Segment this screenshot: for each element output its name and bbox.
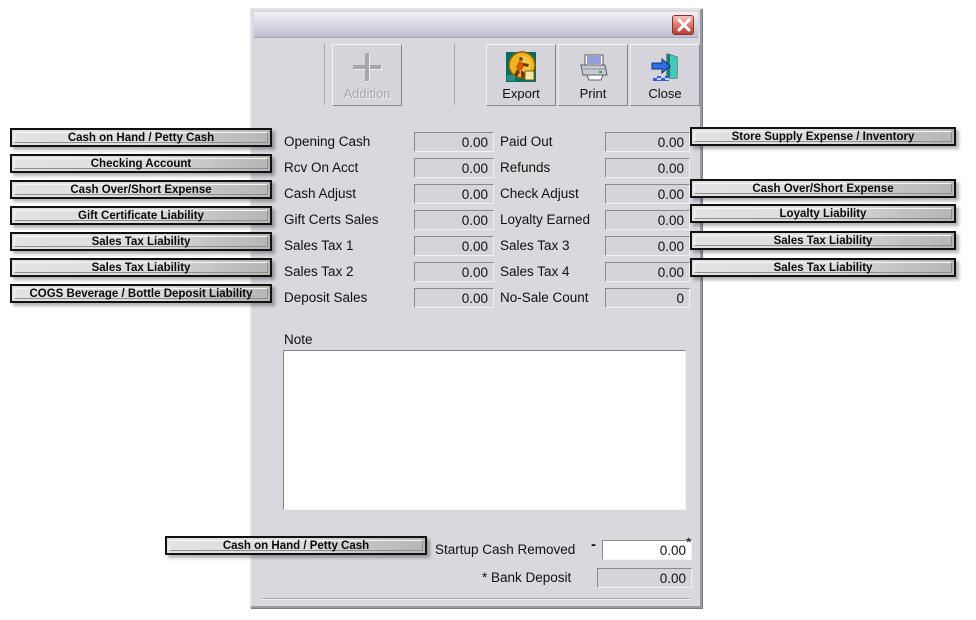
- tag-label: Cash on Hand / Petty Cash: [222, 539, 370, 552]
- form-row-sales-tax-1: Sales Tax 1 0.00: [284, 236, 494, 258]
- window-close-button[interactable]: [672, 15, 694, 35]
- tag-label: Cash on Hand / Petty Cash: [67, 131, 215, 144]
- tag-button-sales-tax-liability-2[interactable]: Sales Tax Liability: [10, 258, 272, 277]
- toolbar-separator-left: [324, 43, 325, 105]
- form-row-cash-adjust: Cash Adjust 0.00: [284, 184, 494, 206]
- note-label: Note: [284, 332, 313, 347]
- form-row-gift-certs-sales: Gift Certs Sales 0.00: [284, 210, 494, 232]
- field-paid-out[interactable]: 0.00: [605, 132, 690, 152]
- label-refunds: Refunds: [500, 160, 551, 175]
- label-rcv-on-acct: Rcv On Acct: [284, 160, 359, 175]
- form-row-opening-cash: Opening Cash 0.00: [284, 132, 494, 154]
- plus-icon: [351, 51, 383, 83]
- label-cash-adjust: Cash Adjust: [284, 186, 357, 201]
- label-deposit-sales: Deposit Sales: [284, 290, 368, 305]
- cash-reconciliation-window: Addition Export Print Close Opening Cash…: [250, 8, 702, 608]
- field-sales-tax-3[interactable]: 0.00: [605, 236, 690, 256]
- label-sales-tax-3: Sales Tax 3: [500, 238, 570, 253]
- tag-label: Sales Tax Liability: [773, 261, 873, 274]
- form-row-no-sale-count: No-Sale Count 0: [500, 288, 690, 310]
- field-gift-certs-sales[interactable]: 0.00: [414, 210, 494, 230]
- window-titlebar[interactable]: [254, 12, 698, 38]
- form-row-sales-tax-2: Sales Tax 2 0.00: [284, 262, 494, 284]
- tag-label: Loyalty Liability: [779, 207, 867, 220]
- tag-button-loyalty-liability[interactable]: Loyalty Liability: [690, 204, 956, 223]
- tag-button-cash-over-short-expense-left[interactable]: Cash Over/Short Expense: [10, 180, 272, 199]
- export-button-label: Export: [502, 86, 540, 101]
- close-toolbar-button-label: Close: [648, 86, 682, 101]
- tag-button-cash-on-hand-petty-cash[interactable]: Cash on Hand / Petty Cash: [10, 128, 272, 147]
- tag-button-sales-tax-liability-4[interactable]: Sales Tax Liability: [690, 258, 956, 277]
- tag-button-cash-over-short-expense-right[interactable]: Cash Over/Short Expense: [690, 179, 956, 198]
- export-button[interactable]: Export: [486, 44, 556, 106]
- label-opening-cash: Opening Cash: [284, 134, 371, 149]
- tag-button-sales-tax-liability-1[interactable]: Sales Tax Liability: [10, 232, 272, 251]
- addition-button[interactable]: Addition: [332, 44, 402, 106]
- toolbar-separator-right: [454, 43, 455, 105]
- print-button-label: Print: [579, 86, 607, 101]
- field-refunds[interactable]: 0.00: [605, 158, 690, 178]
- label-sales-tax-2: Sales Tax 2: [284, 264, 354, 279]
- tag-label: Checking Account: [90, 157, 192, 170]
- print-button[interactable]: Print: [558, 44, 628, 106]
- tag-label: Sales Tax Liability: [773, 234, 873, 247]
- form-row-rcv-on-acct: Rcv On Acct 0.00: [284, 158, 494, 180]
- tag-button-gift-certificate-liability[interactable]: Gift Certificate Liability: [10, 206, 272, 225]
- form-row-refunds: Refunds 0.00: [500, 158, 690, 180]
- label-no-sale-count: No-Sale Count: [500, 290, 589, 305]
- label-paid-out: Paid Out: [500, 134, 553, 149]
- field-loyalty-earned[interactable]: 0.00: [605, 210, 690, 230]
- form-row-deposit-sales: Deposit Sales 0.00: [284, 288, 494, 310]
- field-no-sale-count[interactable]: 0: [605, 288, 690, 308]
- field-check-adjust[interactable]: 0.00: [605, 184, 690, 204]
- tag-label: Store Supply Expense / Inventory: [731, 130, 915, 143]
- close-icon: [677, 18, 691, 32]
- tag-button-sales-tax-liability-3[interactable]: Sales Tax Liability: [690, 231, 956, 250]
- addition-button-label: Addition: [343, 86, 391, 101]
- field-startup-cash-removed[interactable]: 0.00: [602, 540, 692, 560]
- field-sales-tax-4[interactable]: 0.00: [605, 262, 690, 282]
- tag-button-store-supply-expense-inventory[interactable]: Store Supply Expense / Inventory: [690, 127, 956, 146]
- field-opening-cash[interactable]: 0.00: [414, 132, 494, 152]
- tag-label: COGS Beverage / Bottle Deposit Liability: [29, 287, 253, 300]
- tag-label: Gift Certificate Liability: [78, 209, 204, 222]
- form-row-bank-deposit: * Bank Deposit 0.00: [402, 568, 692, 590]
- export-running-man-icon: [505, 51, 537, 83]
- bottom-divider: [262, 598, 690, 600]
- form-row-sales-tax-3: Sales Tax 3 0.00: [500, 236, 690, 258]
- field-sales-tax-2[interactable]: 0.00: [414, 262, 494, 282]
- label-gift-certs-sales: Gift Certs Sales: [284, 212, 379, 227]
- label-bank-deposit: * Bank Deposit: [482, 570, 572, 585]
- label-sales-tax-4: Sales Tax 4: [500, 264, 570, 279]
- tag-button-bottom-cash-on-hand-petty-cash[interactable]: Cash on Hand / Petty Cash: [165, 536, 427, 555]
- field-rcv-on-acct[interactable]: 0.00: [414, 158, 494, 178]
- minus-sign: -: [591, 536, 596, 553]
- tag-label: Cash Over/Short Expense: [752, 182, 894, 195]
- label-startup-cash-removed: Startup Cash Removed: [435, 542, 576, 557]
- tag-label: Sales Tax Liability: [91, 235, 191, 248]
- form-row-paid-out: Paid Out 0.00: [500, 132, 690, 154]
- label-check-adjust: Check Adjust: [500, 186, 579, 201]
- field-cash-adjust[interactable]: 0.00: [414, 184, 494, 204]
- tag-label: Cash Over/Short Expense: [70, 183, 212, 196]
- label-sales-tax-1: Sales Tax 1: [284, 238, 354, 253]
- tag-button-cogs-beverage-bottle-deposit-liability[interactable]: COGS Beverage / Bottle Deposit Liability: [10, 284, 272, 303]
- printer-icon: [577, 51, 609, 83]
- screen-root: Addition Export Print Close Opening Cash…: [0, 0, 976, 620]
- form-row-check-adjust: Check Adjust 0.00: [500, 184, 690, 206]
- form-row-loyalty-earned: Loyalty Earned 0.00: [500, 210, 690, 232]
- close-toolbar-button[interactable]: Close: [630, 44, 700, 106]
- exit-door-icon: [649, 51, 681, 83]
- tag-label: Sales Tax Liability: [91, 261, 191, 274]
- form-row-sales-tax-4: Sales Tax 4 0.00: [500, 262, 690, 284]
- field-deposit-sales[interactable]: 0.00: [414, 288, 494, 308]
- field-bank-deposit: 0.00: [597, 568, 692, 588]
- window-toolbar: Addition Export Print Close: [254, 39, 700, 107]
- tag-button-checking-account[interactable]: Checking Account: [10, 154, 272, 173]
- field-sales-tax-1[interactable]: 0.00: [414, 236, 494, 256]
- note-textarea[interactable]: [283, 350, 686, 510]
- form-row-startup-cash-removed: Startup Cash Removed 0.00: [402, 540, 692, 562]
- label-loyalty-earned: Loyalty Earned: [500, 212, 591, 227]
- asterisk-mark: *: [686, 534, 692, 550]
